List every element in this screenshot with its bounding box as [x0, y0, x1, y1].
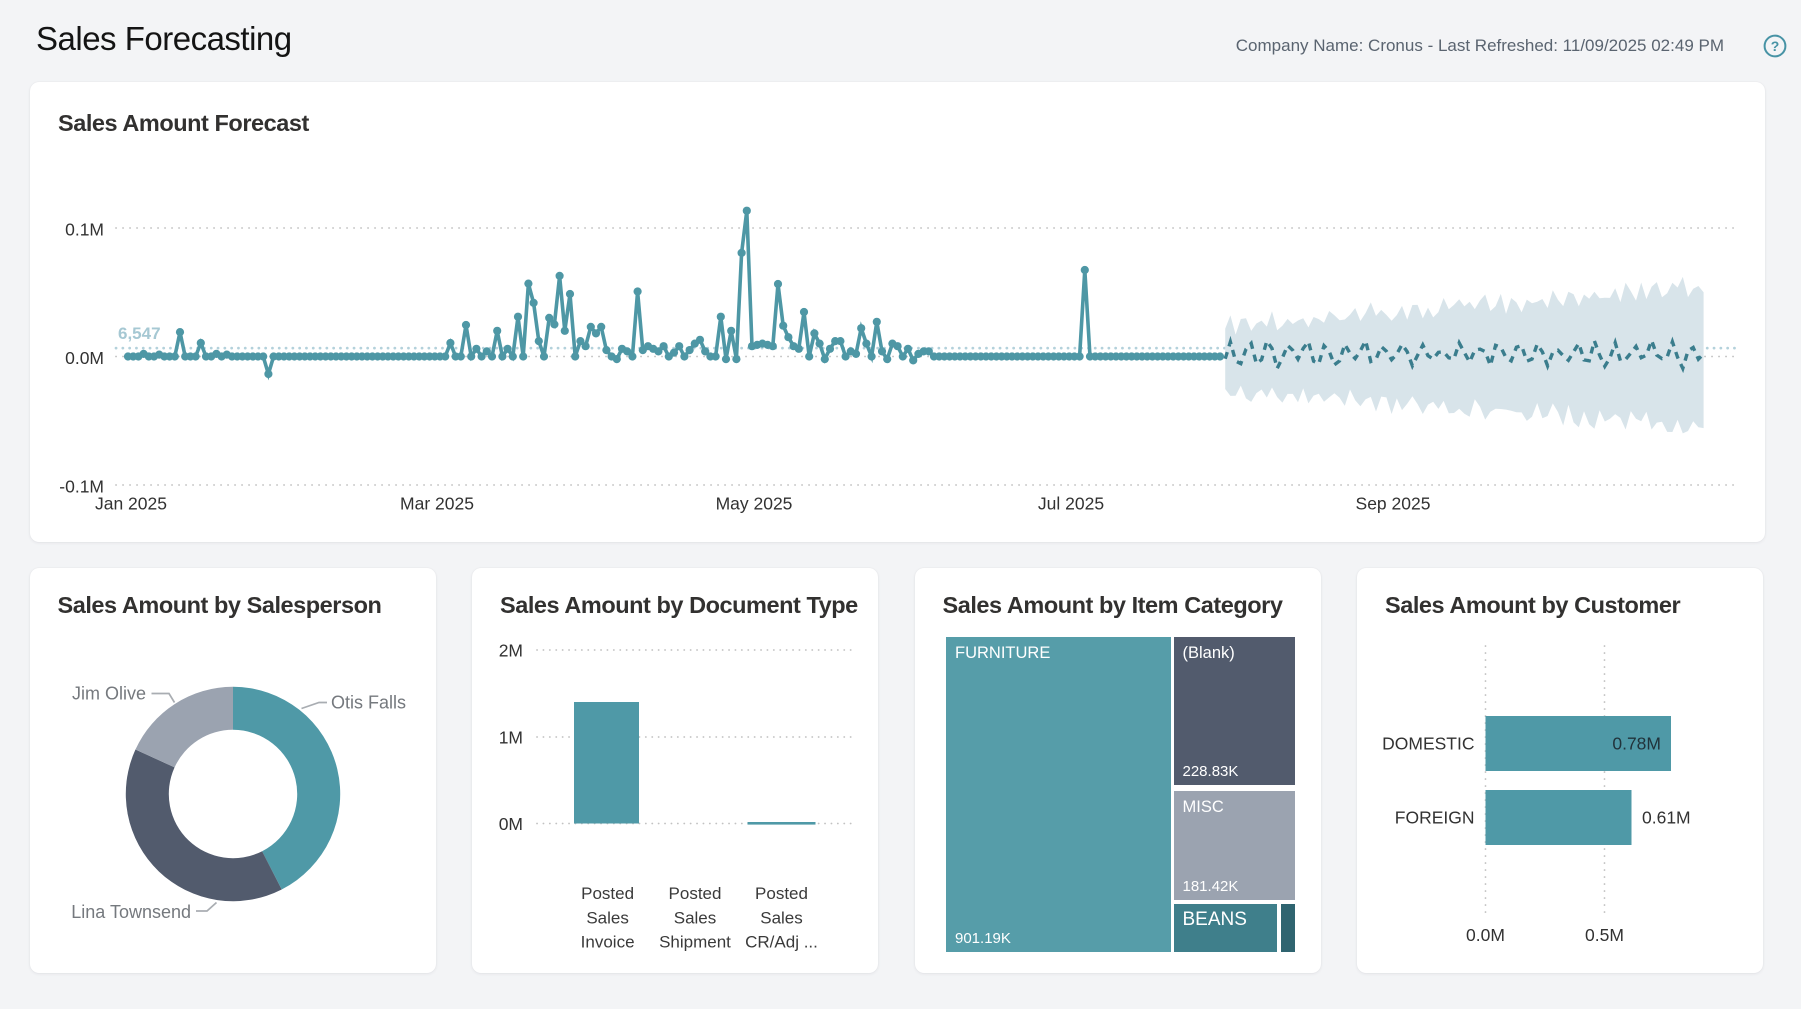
svg-text:0.0M: 0.0M: [65, 348, 104, 368]
svg-text:Jim Olive: Jim Olive: [71, 684, 145, 704]
svg-text:Jul 2025: Jul 2025: [1038, 494, 1104, 514]
svg-text:Sales: Sales: [586, 908, 629, 927]
svg-text:Otis Falls: Otis Falls: [331, 693, 406, 713]
svg-text:0M: 0M: [499, 814, 523, 834]
svg-text:CR/Adj ...: CR/Adj ...: [745, 933, 818, 952]
svg-text:Sales: Sales: [760, 908, 803, 927]
svg-text:FOREIGN: FOREIGN: [1395, 808, 1475, 828]
svg-text:Jan 2025: Jan 2025: [95, 494, 167, 514]
svg-text:Sep 2025: Sep 2025: [1356, 494, 1431, 514]
svg-text:Mar 2025: Mar 2025: [400, 494, 474, 514]
svg-text:Lina Townsend: Lina Townsend: [71, 902, 191, 922]
svg-text:6,547: 6,547: [118, 324, 161, 343]
svg-text:0.1M: 0.1M: [65, 219, 104, 239]
svg-text:May 2025: May 2025: [716, 494, 793, 514]
svg-text:Invoice: Invoice: [581, 933, 635, 952]
svg-text:?: ?: [1771, 38, 1780, 54]
svg-text:2M: 2M: [499, 640, 523, 660]
svg-text:0.5M: 0.5M: [1585, 925, 1624, 945]
svg-text:Posted: Posted: [755, 884, 808, 903]
svg-text:0.61M: 0.61M: [1642, 808, 1691, 828]
svg-text:Sales: Sales: [674, 908, 717, 927]
svg-text:DOMESTIC: DOMESTIC: [1382, 734, 1474, 754]
svg-text:Posted: Posted: [581, 884, 634, 903]
svg-text:0.78M: 0.78M: [1612, 734, 1661, 754]
svg-text:0.0M: 0.0M: [1466, 925, 1505, 945]
svg-text:Posted: Posted: [669, 884, 722, 903]
svg-text:Shipment: Shipment: [659, 933, 731, 952]
svg-text:1M: 1M: [499, 727, 523, 747]
